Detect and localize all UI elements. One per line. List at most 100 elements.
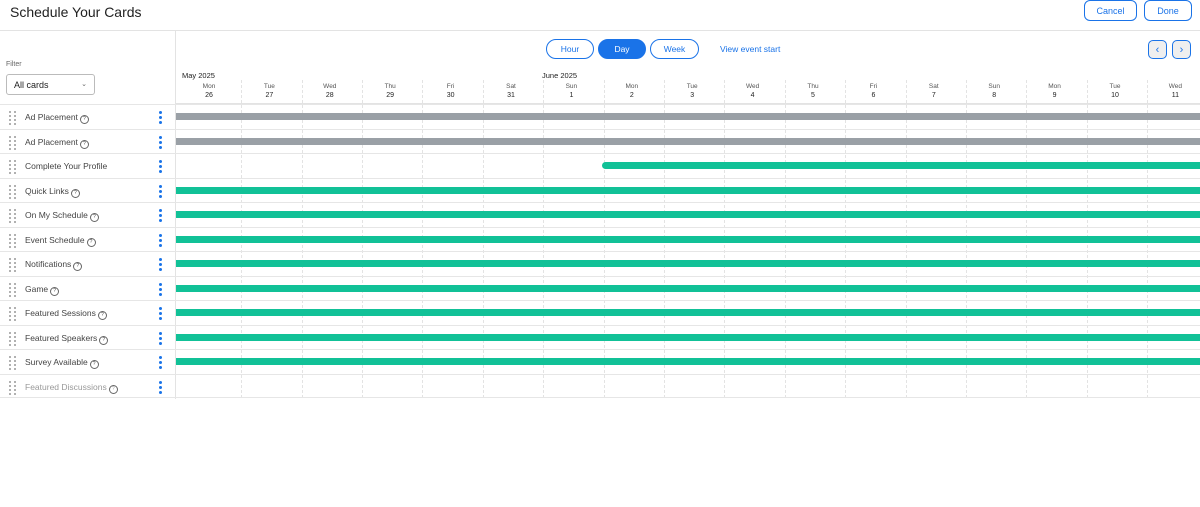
- schedule-bar[interactable]: [176, 284, 1200, 292]
- day-number: 11: [1171, 92, 1180, 99]
- help-icon[interactable]: ?: [108, 384, 118, 394]
- card-name-text: Featured Sessions: [25, 308, 96, 318]
- more-options-icon[interactable]: [159, 282, 163, 297]
- view-event-start-link[interactable]: View event start: [720, 44, 780, 54]
- day-of-week: Fri: [446, 83, 455, 90]
- more-options-icon[interactable]: [159, 331, 163, 346]
- filter-value: All cards: [14, 79, 49, 90]
- help-icon[interactable]: ?: [89, 360, 99, 369]
- day-number: 5: [811, 92, 815, 99]
- card-row-label: Quick Links?: [0, 178, 176, 202]
- day-number: 26: [205, 92, 213, 99]
- schedule-bar[interactable]: [176, 260, 1200, 267]
- done-button[interactable]: Done: [1144, 0, 1192, 21]
- card-row: Event Schedule?: [0, 226, 1200, 251]
- card-row: Ad Placement?: [0, 128, 1200, 153]
- more-options-icon[interactable]: [159, 209, 163, 223]
- day-header: Tue 3: [672, 82, 712, 100]
- more-options-icon[interactable]: [159, 307, 163, 321]
- cancel-button[interactable]: Cancel: [1084, 0, 1137, 21]
- card-name-text: On My Schedule: [25, 210, 88, 220]
- day-header: Fri 30: [431, 82, 471, 100]
- schedule-bar[interactable]: [601, 162, 1200, 169]
- drag-handle-icon[interactable]: [9, 356, 17, 370]
- day-number: 27: [265, 92, 274, 99]
- drag-handle-icon[interactable]: [9, 111, 17, 125]
- day-number: 7: [931, 92, 936, 99]
- schedule-bar[interactable]: [176, 333, 1200, 341]
- card-row-label: On My Schedule?: [0, 203, 176, 227]
- day-header: Mon 26: [189, 82, 229, 100]
- more-options-icon[interactable]: [159, 380, 163, 395]
- card-name-text: Complete Your Profile: [25, 161, 108, 171]
- drag-handle-icon[interactable]: [9, 331, 17, 346]
- tab-day[interactable]: Day: [598, 39, 646, 59]
- more-options-icon[interactable]: [159, 135, 163, 150]
- card-row-label: Featured Speakers?: [0, 325, 176, 349]
- tab-hour[interactable]: Hour: [546, 39, 594, 59]
- day-of-week: Wed: [745, 83, 760, 90]
- month-label: May 2025: [182, 71, 215, 80]
- more-options-icon[interactable]: [159, 111, 163, 125]
- drag-handle-icon[interactable]: [9, 282, 17, 297]
- day-of-week: Sun: [565, 83, 578, 90]
- drag-handle-icon[interactable]: [9, 160, 17, 174]
- tab-week[interactable]: Week: [650, 39, 699, 59]
- help-icon[interactable]: ?: [50, 286, 60, 296]
- card-name-text: Notifications: [25, 259, 72, 269]
- more-options-icon[interactable]: [159, 233, 163, 248]
- help-icon[interactable]: ?: [73, 262, 83, 271]
- card-name-text: Game: [25, 283, 49, 294]
- card-name: On My Schedule?: [25, 210, 99, 222]
- drag-handle-icon[interactable]: [9, 135, 17, 150]
- chevron-left-icon: ‹: [1155, 43, 1160, 56]
- day-of-week: Mon: [625, 83, 639, 90]
- schedule-bar[interactable]: [176, 309, 1200, 316]
- day-of-week: Thu: [384, 83, 396, 90]
- next-button[interactable]: ›: [1172, 40, 1191, 59]
- help-icon[interactable]: ?: [79, 139, 89, 149]
- day-header: Wed 4: [733, 82, 773, 100]
- more-options-icon[interactable]: [159, 184, 163, 199]
- drag-handle-icon[interactable]: [9, 209, 17, 223]
- chevron-down-icon: ⌄: [81, 81, 87, 88]
- card-name: Survey Available?: [25, 357, 99, 369]
- card-name: Ad Placement?: [25, 112, 89, 124]
- help-icon[interactable]: ?: [70, 188, 80, 198]
- day-number: 9: [1052, 92, 1057, 99]
- card-row: Complete Your Profile: [0, 153, 1200, 178]
- more-options-icon[interactable]: [159, 160, 163, 174]
- card-name: Notifications?: [25, 259, 83, 271]
- day-header: Mon 9: [1035, 82, 1075, 100]
- more-options-icon[interactable]: [159, 356, 163, 370]
- schedule-bar[interactable]: [176, 113, 1200, 120]
- card-name: Game?: [25, 283, 60, 296]
- day-number: 29: [386, 92, 395, 99]
- schedule-bar[interactable]: [176, 211, 1200, 218]
- help-icon[interactable]: ?: [86, 237, 96, 247]
- schedule-bar[interactable]: [176, 137, 1200, 145]
- help-icon[interactable]: ?: [89, 213, 99, 222]
- day-of-week: Fri: [869, 83, 878, 90]
- day-number: 3: [690, 92, 695, 99]
- drag-handle-icon[interactable]: [9, 380, 17, 395]
- card-row-label: Featured Sessions?: [0, 301, 176, 325]
- card-row: Featured Sessions?: [0, 300, 1200, 325]
- help-icon[interactable]: ?: [97, 311, 107, 320]
- prev-button[interactable]: ‹: [1148, 40, 1167, 59]
- day-of-week: Sat: [506, 83, 516, 90]
- schedule-bar[interactable]: [176, 235, 1200, 243]
- card-name: Event Schedule?: [25, 235, 96, 247]
- drag-handle-icon[interactable]: [9, 258, 17, 272]
- card-row-label: Event Schedule?: [0, 227, 176, 251]
- drag-handle-icon[interactable]: [9, 184, 17, 199]
- more-options-icon[interactable]: [159, 258, 163, 272]
- schedule-bar[interactable]: [176, 186, 1200, 194]
- drag-handle-icon[interactable]: [9, 233, 17, 248]
- drag-handle-icon[interactable]: [9, 307, 17, 321]
- filter-select[interactable]: All cards ⌄: [6, 74, 95, 95]
- help-icon[interactable]: ?: [79, 115, 89, 124]
- card-row: Game?: [0, 275, 1200, 300]
- schedule-bar[interactable]: [176, 358, 1200, 365]
- help-icon[interactable]: ?: [99, 335, 109, 345]
